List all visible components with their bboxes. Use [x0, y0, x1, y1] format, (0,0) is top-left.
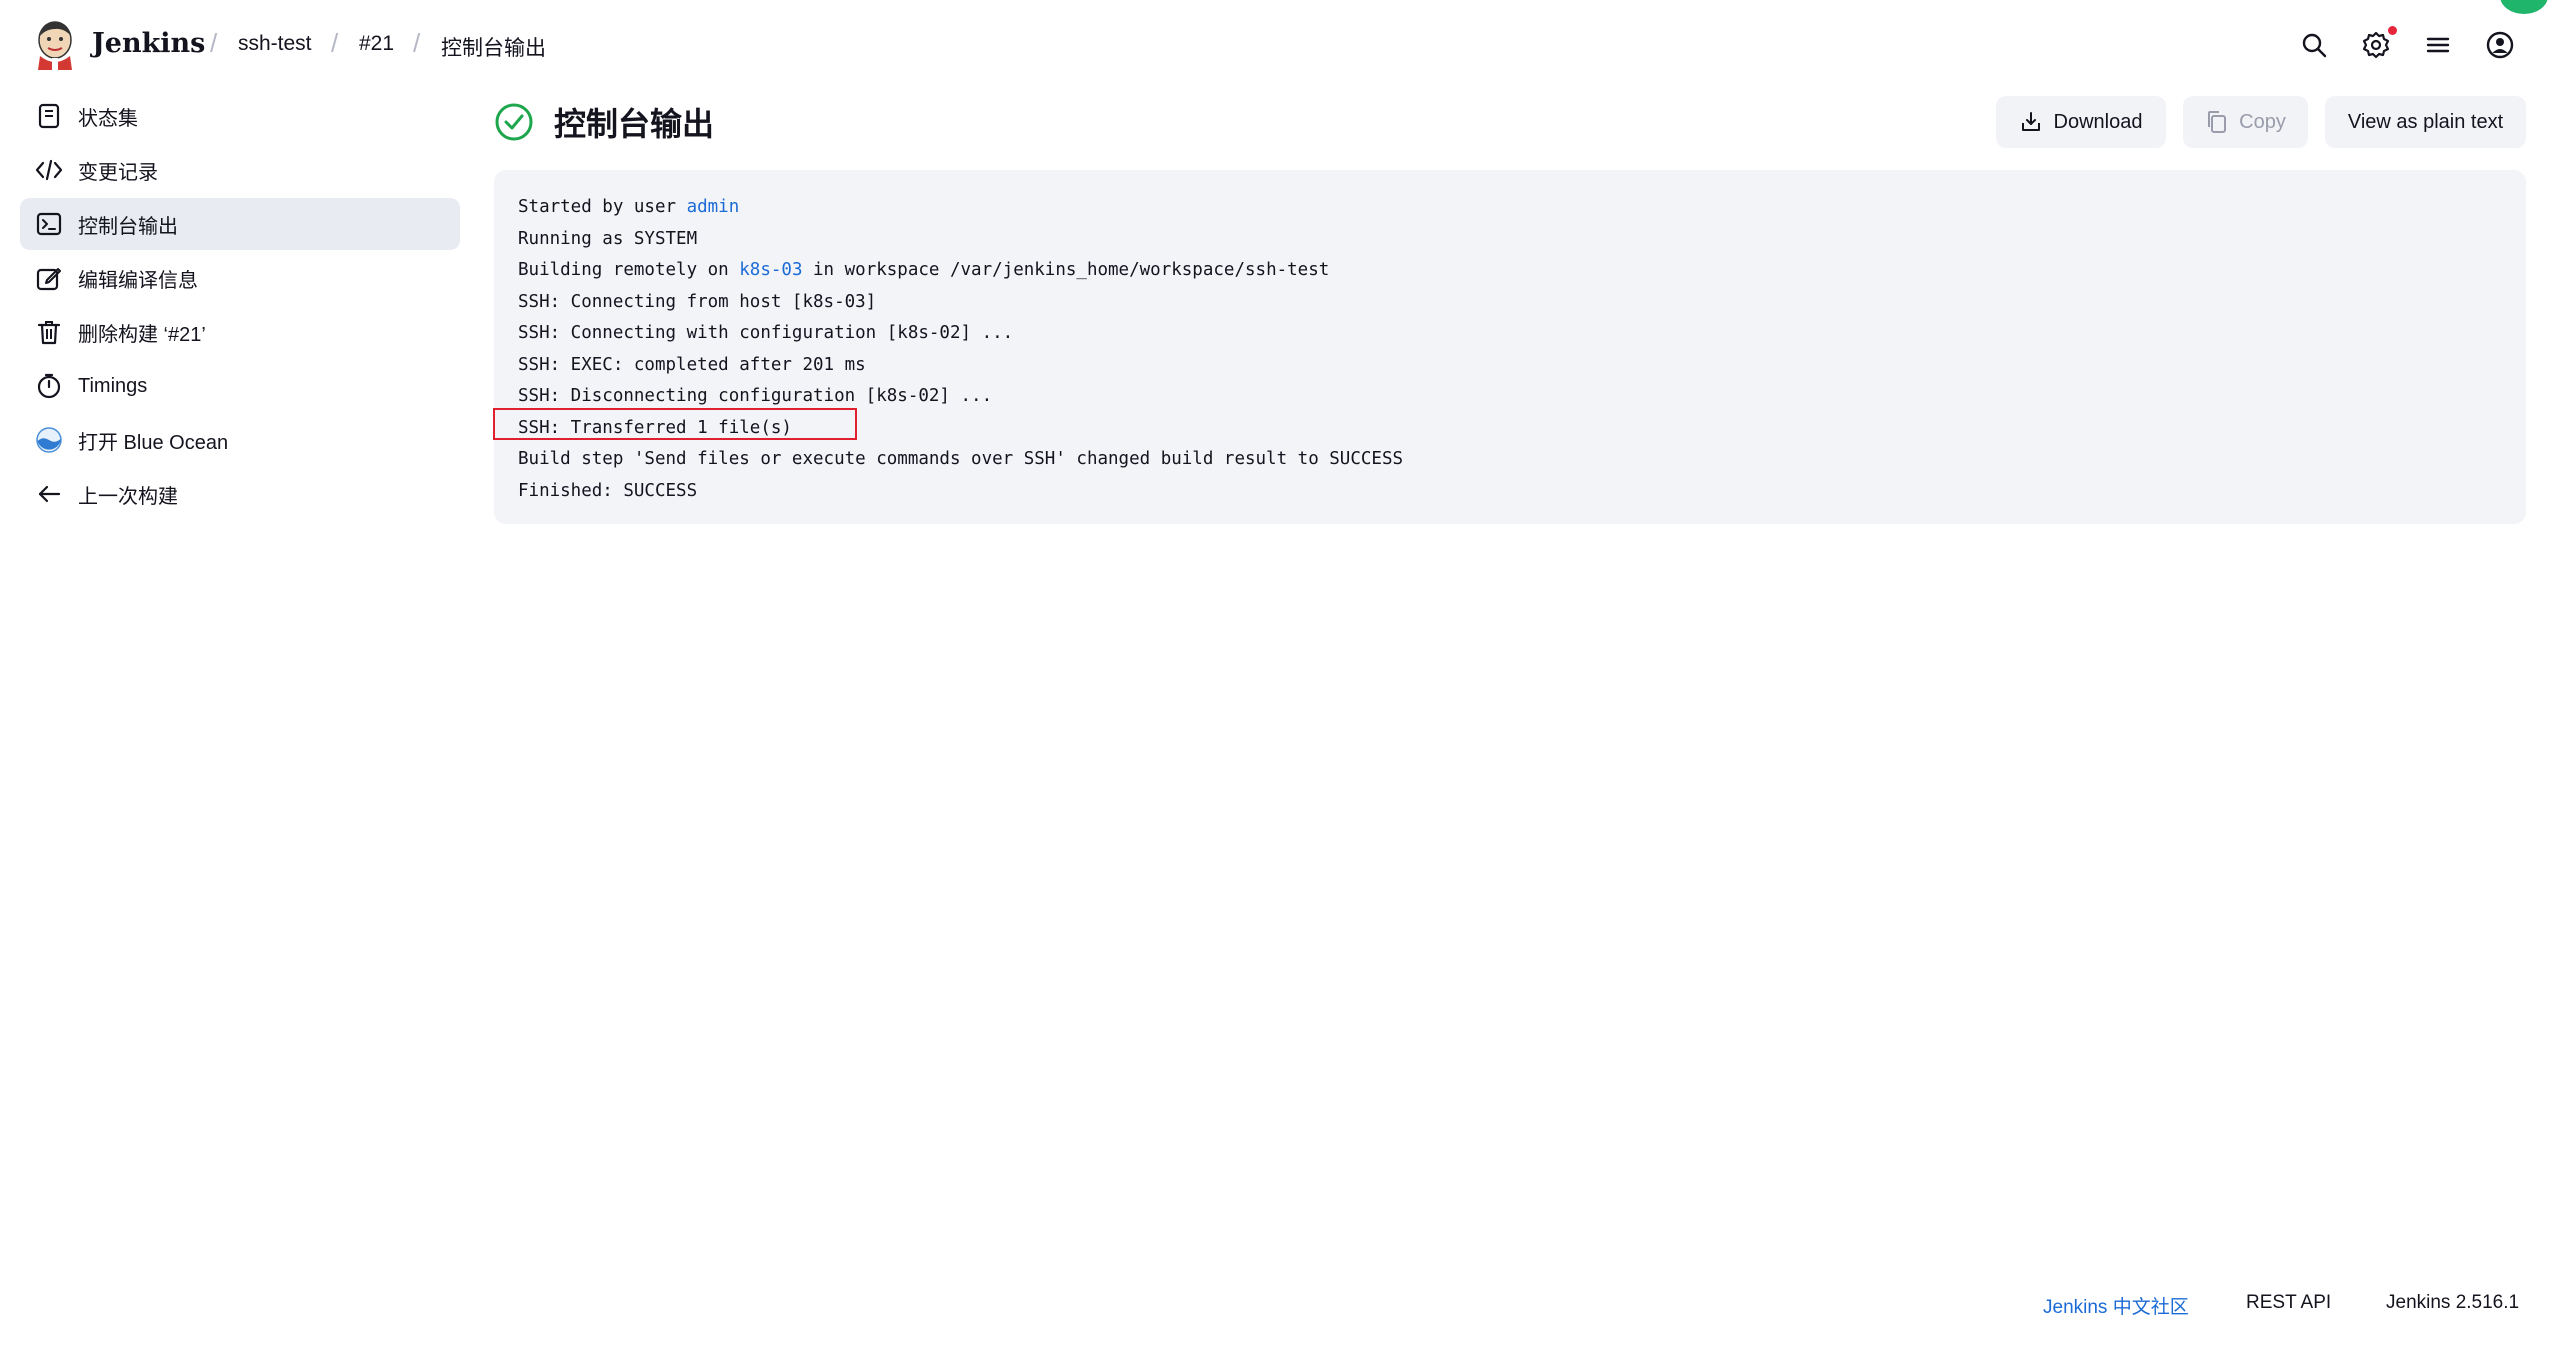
- arrow-left-icon: [34, 479, 64, 509]
- console-line: SSH: Connecting from host [k8s-03]: [518, 291, 877, 312]
- console-line: SSH: EXEC: completed after 201 ms: [518, 354, 866, 375]
- console-line: SSH: Disconnecting configuration [k8s-02…: [518, 386, 993, 406]
- settings-icon[interactable]: [2360, 29, 2392, 61]
- console-line: Finished: SUCCESS: [518, 480, 698, 501]
- menu-icon[interactable]: [2422, 29, 2454, 61]
- copy-label: Copy: [2239, 110, 2286, 133]
- sidebar-item-previous-build[interactable]: 上一次构建: [20, 468, 460, 520]
- console-line: SSH: Connecting with configuration [k8s-…: [518, 323, 1014, 343]
- download-button[interactable]: Download: [1996, 96, 2166, 148]
- sidebar-item-status[interactable]: 状态集: [20, 90, 460, 142]
- console-line: Running as SYSTEM: [518, 228, 698, 249]
- copy-button[interactable]: Copy: [2183, 96, 2308, 148]
- sidebar-item-label: 变更记录: [78, 161, 158, 184]
- sidebar: 状态集 变更记录 控制台输出 编辑编译信息 删除构建 ‘#21’ Timings: [20, 90, 460, 522]
- stopwatch-icon: [34, 371, 64, 401]
- copy-icon: [2205, 110, 2227, 134]
- sidebar-item-label: 状态集: [78, 107, 138, 130]
- sidebar-item-timings[interactable]: Timings: [20, 360, 460, 412]
- brand-name[interactable]: Jenkins: [92, 28, 205, 59]
- breadcrumb-build[interactable]: #21: [359, 32, 394, 56]
- page-title: 控制台输出: [554, 106, 715, 142]
- console-line: Started by user: [518, 197, 687, 217]
- document-icon: [34, 101, 64, 131]
- trash-icon: [34, 317, 64, 347]
- footer-community-link[interactable]: Jenkins 中文社区: [2043, 1292, 2189, 1319]
- sidebar-item-label: 控制台输出: [78, 215, 178, 238]
- notification-dot: [2388, 26, 2397, 35]
- footer-version[interactable]: Jenkins 2.516.1: [2386, 1292, 2519, 1314]
- console-text: Started by user admin Running as SYSTEM …: [518, 192, 2502, 507]
- terminal-icon: [34, 209, 64, 239]
- sidebar-item-delete-build[interactable]: 删除构建 ‘#21’: [20, 306, 460, 358]
- breadcrumb-current[interactable]: 控制台输出: [441, 32, 546, 62]
- sidebar-item-label: 删除构建 ‘#21’: [78, 323, 206, 346]
- sidebar-item-label: 编辑编译信息: [78, 269, 198, 292]
- footer-rest-api-link[interactable]: REST API: [2246, 1292, 2331, 1314]
- success-check-icon: [495, 103, 533, 141]
- sidebar-item-edit-info[interactable]: 编辑编译信息: [20, 252, 460, 304]
- breadcrumb-separator: /: [210, 28, 218, 58]
- console-line: Build step 'Send files or execute comman…: [518, 449, 1404, 469]
- download-label: Download: [2053, 110, 2143, 133]
- node-link[interactable]: k8s-03: [739, 260, 802, 280]
- blue-ocean-icon: [34, 425, 64, 455]
- code-icon: [34, 155, 64, 185]
- corner-badge-icon[interactable]: [2500, 0, 2548, 14]
- user-link[interactable]: admin: [687, 197, 740, 217]
- top-header: Jenkins / ssh-test / #21 / 控制台输出: [0, 0, 2560, 90]
- highlight-box: [493, 408, 857, 440]
- jenkins-logo-icon[interactable]: [34, 20, 76, 70]
- sidebar-item-label: 上一次构建: [78, 485, 178, 508]
- sidebar-item-changes[interactable]: 变更记录: [20, 144, 460, 196]
- search-icon[interactable]: [2298, 29, 2330, 61]
- console-output: Started by user admin Running as SYSTEM …: [494, 170, 2526, 524]
- page-heading: 控制台输出: [494, 98, 714, 146]
- sidebar-item-console[interactable]: 控制台输出: [20, 198, 460, 250]
- sidebar-item-label: Timings: [78, 374, 148, 397]
- user-icon[interactable]: [2484, 29, 2516, 61]
- breadcrumb-job[interactable]: ssh-test: [238, 32, 312, 56]
- sidebar-item-label: 打开 Blue Ocean: [78, 431, 229, 454]
- console-line: Building remotely on: [518, 260, 740, 280]
- sidebar-item-blue-ocean[interactable]: 打开 Blue Ocean: [20, 414, 460, 466]
- breadcrumb-separator: /: [331, 28, 339, 58]
- view-plain-text-label: View as plain text: [2347, 110, 2504, 133]
- breadcrumb-separator: /: [413, 28, 421, 58]
- console-line: in workspace /var/jenkins_home/workspace…: [802, 260, 1330, 280]
- edit-icon: [34, 263, 64, 293]
- view-plain-text-button[interactable]: View as plain text: [2325, 96, 2526, 148]
- download-icon: [2020, 111, 2042, 133]
